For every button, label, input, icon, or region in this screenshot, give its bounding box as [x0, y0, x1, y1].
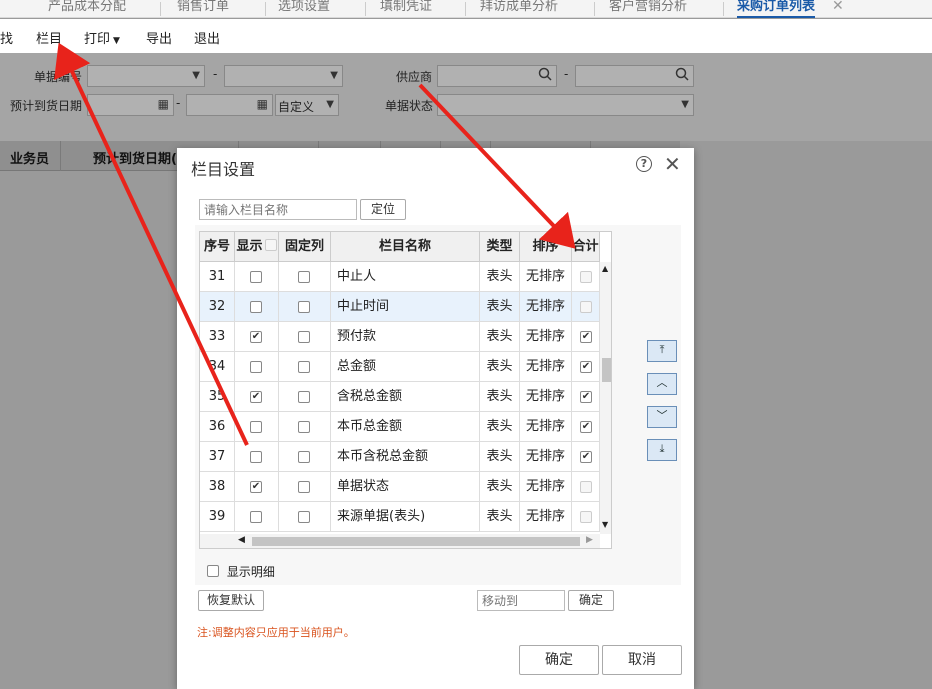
arrow-to-columns-button: [54, 42, 249, 446]
arrow-to-total-column: [418, 83, 576, 249]
annotation-arrows: [54, 42, 576, 446]
